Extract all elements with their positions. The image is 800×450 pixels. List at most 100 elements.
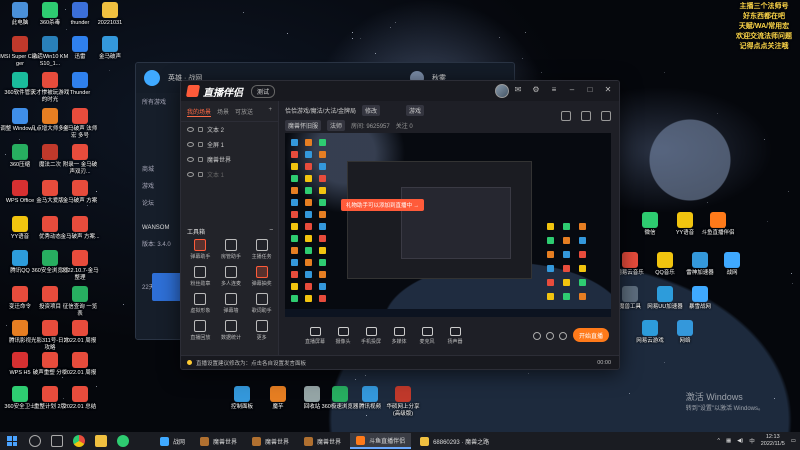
visibility-icon[interactable] bbox=[187, 157, 194, 162]
app-titlebar[interactable]: 直播伴侣 测试 ✉ ⚙ ≡ – □ ✕ bbox=[181, 81, 619, 101]
taskbar-app[interactable]: 魔兽世界 bbox=[246, 433, 295, 449]
source-item[interactable]: 魔兽世界 bbox=[181, 152, 278, 167]
class-tag[interactable]: 法师 bbox=[327, 120, 346, 131]
desktop-icon[interactable]: 金马破声 bbox=[90, 36, 130, 61]
battlenet-sidebar-item[interactable]: 所有游戏 bbox=[136, 93, 186, 110]
desktop-icon[interactable]: 华硕网上分享 (高级版) bbox=[383, 386, 423, 417]
desktop-icon[interactable]: 斗鱼直播伴侣 bbox=[698, 212, 738, 237]
game-tag[interactable]: 魔兽怀旧服 bbox=[285, 120, 322, 131]
battlenet-sidebar-item[interactable]: 论坛 bbox=[136, 194, 186, 211]
toolbox-collapse-icon[interactable]: – bbox=[270, 227, 273, 236]
start-live-button[interactable]: 开始直播 bbox=[573, 328, 609, 342]
toolbox-item[interactable]: 多人连麦 bbox=[216, 266, 247, 287]
desktop-icon[interactable]: 2022.10.7-金马 整理 bbox=[60, 250, 100, 281]
lock-icon[interactable] bbox=[198, 172, 203, 177]
task-view-icon[interactable] bbox=[51, 435, 63, 447]
eye-icon[interactable] bbox=[533, 332, 541, 340]
desktop-icon[interactable]: 附录一 金马破声双刃... bbox=[60, 144, 100, 175]
toolbox-item[interactable]: 主播任务 bbox=[246, 239, 277, 260]
lock-icon[interactable] bbox=[561, 111, 571, 121]
control-button[interactable]: 手机投屏 bbox=[357, 327, 385, 345]
desktop-icon[interactable]: 网易云游戏 bbox=[630, 320, 670, 345]
folder-icon[interactable] bbox=[95, 435, 107, 447]
refresh-icon[interactable] bbox=[546, 332, 554, 340]
battlenet-sidebar-item[interactable]: 游戏 bbox=[136, 177, 186, 194]
notification-icon[interactable]: ▭ bbox=[791, 438, 796, 444]
edit-title-button[interactable]: 修改 bbox=[362, 105, 381, 116]
desktop-icon[interactable]: 网络 bbox=[665, 320, 705, 345]
lock-icon[interactable] bbox=[198, 127, 203, 132]
source-item[interactable]: 全屏 1 bbox=[181, 137, 278, 152]
maximize-icon[interactable]: □ bbox=[585, 85, 595, 95]
control-button[interactable]: 直播屏幕 bbox=[301, 327, 329, 345]
lock-icon[interactable] bbox=[198, 142, 203, 147]
ime-indicator[interactable]: 中 bbox=[749, 437, 755, 445]
grid-icon[interactable] bbox=[601, 111, 611, 121]
visibility-icon[interactable] bbox=[187, 127, 194, 132]
control-button[interactable]: 多媒体 bbox=[385, 327, 413, 345]
toolbox-item[interactable]: 粉丝勋章 bbox=[185, 266, 216, 287]
desktop-icon[interactable]: 战网 bbox=[712, 252, 752, 277]
taskbar-app[interactable]: 68860293 · 魔兽之路 bbox=[414, 433, 495, 449]
add-scene-button[interactable]: + bbox=[268, 107, 272, 117]
toolbox-item[interactable]: 数据统计 bbox=[216, 320, 247, 341]
chrome-icon[interactable] bbox=[73, 435, 85, 447]
desktop-icon[interactable]: 微信 bbox=[630, 212, 670, 237]
search-icon[interactable] bbox=[29, 435, 41, 447]
start-button[interactable] bbox=[4, 433, 20, 449]
toolbox-item[interactable]: 弹幕抽奖 bbox=[246, 266, 277, 287]
share-icon[interactable] bbox=[581, 111, 591, 121]
settings-icon[interactable] bbox=[559, 332, 567, 340]
user-avatar[interactable] bbox=[495, 84, 509, 98]
tab-my-scenes[interactable]: 我的场景 bbox=[187, 107, 212, 117]
tab-scenes[interactable]: 场景 bbox=[217, 107, 229, 117]
source-item[interactable]: 文本 1 bbox=[181, 167, 278, 182]
taskbar-app[interactable]: 魔兽世界 bbox=[194, 433, 243, 449]
preview-tip[interactable]: 礼物助手可以添加到直播中 → bbox=[341, 199, 425, 211]
control-button[interactable]: 扬声器 bbox=[441, 327, 469, 345]
desktop-icon[interactable]: QQ音乐 bbox=[645, 252, 685, 277]
toolbox-item[interactable]: 房管助手 bbox=[216, 239, 247, 260]
desktop-icon[interactable]: 网易UU加速器 bbox=[645, 286, 685, 311]
desktop-icon[interactable]: 金马破声 方案... bbox=[60, 216, 100, 241]
settings-icon[interactable]: ⚙ bbox=[531, 85, 541, 95]
toolbox-item[interactable]: 虚拟形象 bbox=[185, 293, 216, 314]
message-icon[interactable]: ✉ bbox=[513, 85, 523, 95]
close-icon[interactable]: ✕ bbox=[603, 85, 613, 95]
desktop-icon[interactable]: 暴雪战网 bbox=[680, 286, 720, 311]
desktop-icon[interactable]: 2022.01 周报 bbox=[60, 352, 100, 377]
wechat-icon[interactable] bbox=[117, 435, 129, 447]
desktop-icon[interactable]: 金马破声 法师宏 多号 bbox=[60, 108, 100, 139]
network-icon[interactable]: ▦ bbox=[726, 438, 731, 444]
desktop-icon[interactable]: 征信查询 一览表 bbox=[60, 286, 100, 317]
toolbox-item[interactable]: 直播回放 bbox=[185, 320, 216, 341]
visibility-icon[interactable] bbox=[187, 142, 194, 147]
desktop-icon[interactable]: 金马破声 方案 bbox=[60, 180, 100, 205]
toolbox-item[interactable]: 弹幕墙 bbox=[216, 293, 247, 314]
toolbox-item[interactable]: 歌词助手 bbox=[246, 293, 277, 314]
clock[interactable]: 12:13 2022/11/5 bbox=[761, 434, 785, 448]
menu-icon[interactable]: ≡ bbox=[549, 85, 559, 95]
control-button[interactable]: 摄像头 bbox=[329, 327, 357, 345]
tab-broadcast[interactable]: 可放送 bbox=[235, 107, 253, 117]
stream-title[interactable]: 恰恰游戏/魔法/大法/金牌局 bbox=[285, 106, 356, 115]
taskbar-app[interactable]: 魔兽世界 bbox=[298, 433, 347, 449]
taskbar-app[interactable]: 战网 bbox=[154, 433, 191, 449]
stream-preview[interactable]: 礼物助手可以添加到直播中 → bbox=[285, 133, 611, 317]
brand-badge[interactable]: 测试 bbox=[251, 84, 276, 98]
control-button[interactable]: 麦克风 bbox=[413, 327, 441, 345]
desktop-icon[interactable]: 2022.01 周报 bbox=[60, 320, 100, 345]
source-item[interactable]: 文本 2 bbox=[181, 122, 278, 137]
taskbar-app[interactable]: 斗鱼直播伴侣 bbox=[350, 433, 412, 449]
desktop-icon[interactable]: 控制面板 bbox=[222, 386, 262, 411]
visibility-icon[interactable] bbox=[187, 172, 194, 177]
desktop-icon[interactable]: 2022.01 总结 bbox=[60, 386, 100, 411]
toolbox-item[interactable]: 弹幕助手 bbox=[185, 239, 216, 260]
toolbox-item[interactable]: 更多 bbox=[246, 320, 277, 341]
tray-expand-icon[interactable]: ^ bbox=[717, 438, 720, 444]
category-badge[interactable]: 游戏 bbox=[406, 105, 425, 116]
battlenet-sidebar-item[interactable]: 商城 bbox=[136, 160, 186, 177]
status-text[interactable]: 直播设置建议修改为：点击各自设置发言面板 bbox=[196, 359, 306, 367]
desktop-icon[interactable]: Thunder bbox=[60, 72, 100, 97]
lock-icon[interactable] bbox=[198, 157, 203, 162]
